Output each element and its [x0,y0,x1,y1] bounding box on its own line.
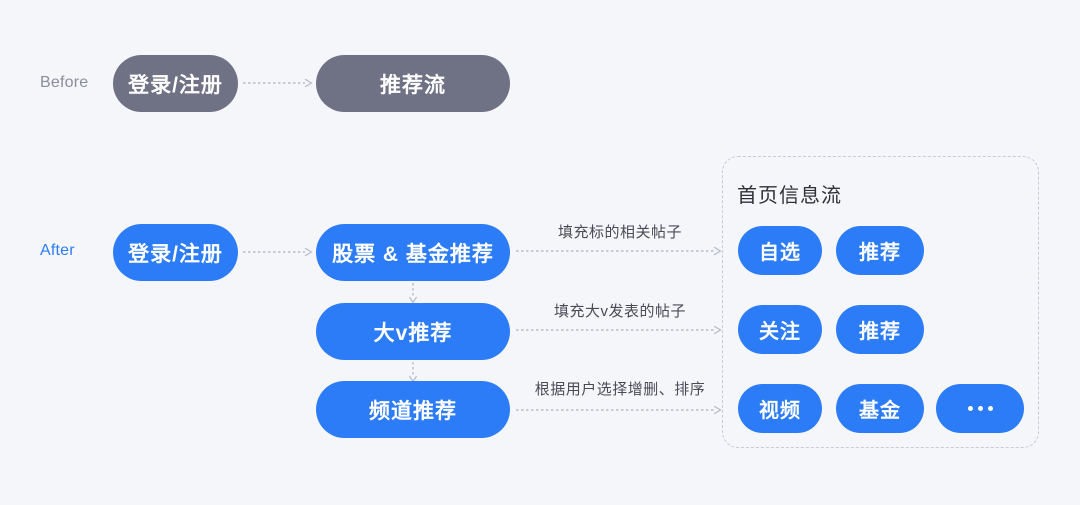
after-row-label: After [40,242,75,259]
feed-tab-jijin[interactable]: 基金 [836,384,924,433]
feed-tab-guanzhu[interactable]: 关注 [738,305,822,354]
before-step-login-label: 登录/注册 [128,73,223,97]
before-step-login[interactable]: 登录/注册 [113,55,238,112]
stage-2-to-panel-arrow [516,323,724,337]
before-connector-arrow [243,76,315,90]
stage-2-caption: 填充大v发表的帖子 [553,303,686,320]
stage-2-to-3-connector-arrow [406,362,420,383]
before-row-label: Before [40,74,89,91]
stage-1-caption: 填充标的相关帖子 [557,224,682,241]
before-step-feed[interactable]: 推荐流 [316,55,510,112]
diagram-canvas: Before 登录/注册 推荐流 After 登录/注册 股票 & 基金推荐 大… [0,0,1080,505]
after-stage-channel-label: 频道推荐 [369,399,457,423]
more-ellipsis-icon [967,406,993,411]
home-feed-panel-title: 首页信息流 [737,185,842,207]
after-entry-connector-arrow [243,245,315,259]
before-step-feed-label: 推荐流 [380,73,446,97]
feed-tab-tuijian-2[interactable]: 推荐 [836,305,924,354]
feed-tab-jijin-label: 基金 [859,400,901,422]
after-stage-bigv-label: 大v推荐 [373,321,453,345]
feed-tab-shipin-label: 视频 [759,400,801,422]
after-stage-stock-fund[interactable]: 股票 & 基金推荐 [316,224,510,281]
stage-3-caption: 根据用户选择增删、排序 [534,381,706,398]
feed-tab-tuijian-1[interactable]: 推荐 [836,226,924,275]
feed-tab-more[interactable] [936,384,1024,433]
stage-1-to-2-connector-arrow [406,283,420,304]
after-step-login[interactable]: 登录/注册 [113,224,238,281]
feed-tab-zixuan-label: 自选 [759,242,801,264]
stage-3-to-panel-arrow [516,403,724,417]
feed-tab-shipin[interactable]: 视频 [738,384,822,433]
after-stage-bigv[interactable]: 大v推荐 [316,303,510,360]
after-step-login-label: 登录/注册 [128,242,223,266]
after-stage-stock-fund-label: 股票 & 基金推荐 [332,242,494,266]
feed-tab-zixuan[interactable]: 自选 [738,226,822,275]
feed-tab-tuijian-2-label: 推荐 [859,321,901,343]
feed-tab-tuijian-1-label: 推荐 [859,242,901,264]
feed-tab-guanzhu-label: 关注 [759,321,801,343]
stage-1-to-panel-arrow [516,244,724,258]
after-stage-channel[interactable]: 频道推荐 [316,381,510,438]
